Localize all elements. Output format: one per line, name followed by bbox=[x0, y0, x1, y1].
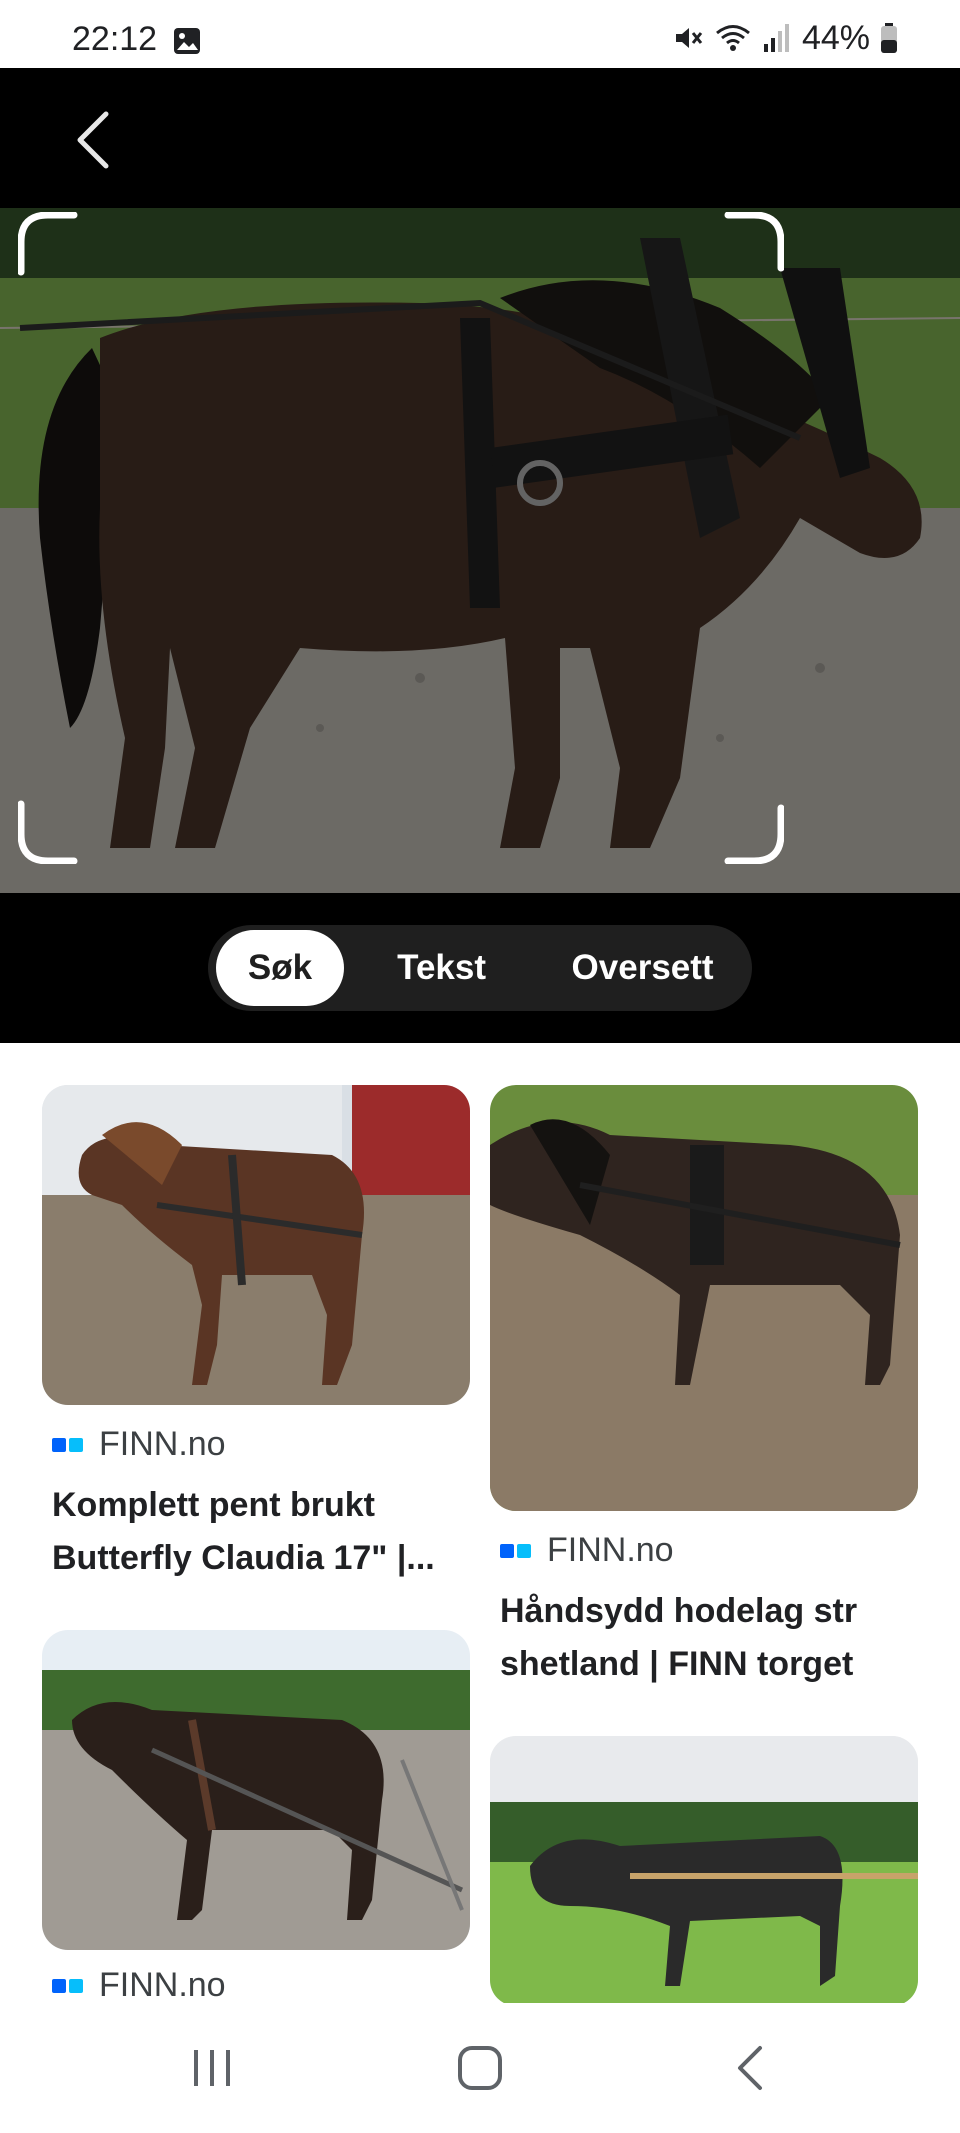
recent-apps-icon bbox=[194, 2050, 230, 2086]
mute-icon bbox=[675, 28, 703, 48]
tab-text[interactable]: Tekst bbox=[344, 930, 539, 1006]
result-source: FINN.no bbox=[52, 1966, 226, 2003]
system-nav-bar bbox=[0, 2003, 960, 2133]
recent-apps-button[interactable] bbox=[172, 2038, 252, 2098]
source-name: FINN.no bbox=[99, 1966, 226, 2003]
status-time: 22:12 bbox=[72, 20, 158, 58]
result-card[interactable] bbox=[490, 1736, 918, 2003]
result-card[interactable]: FINN.no Håndsydd hodelag str shetland | … bbox=[490, 1085, 918, 1683]
source-name: FINN.no bbox=[547, 1531, 674, 1569]
lens-mode-bar: Søk Tekst Oversett bbox=[0, 893, 960, 1043]
result-title-line: Komplett pent brukt bbox=[52, 1486, 375, 1524]
finn-logo-icon bbox=[52, 1437, 83, 1452]
wifi-icon bbox=[715, 25, 750, 51]
visual-results: FINN.no Komplett pent brukt Butterfly Cl… bbox=[0, 1043, 960, 2003]
finn-logo-icon bbox=[500, 1543, 531, 1558]
tab-search[interactable]: Søk bbox=[216, 930, 345, 1006]
result-title-line: shetland | FINN torget bbox=[500, 1645, 854, 1683]
back-button[interactable] bbox=[64, 108, 120, 172]
result-title-line: Håndsydd hodelag str bbox=[500, 1592, 858, 1630]
home-icon bbox=[458, 2046, 502, 2090]
result-card[interactable]: FINN.no bbox=[42, 1630, 470, 2003]
battery-percent: 44% bbox=[801, 18, 870, 57]
finn-logo-icon bbox=[52, 1978, 83, 1993]
result-title-line: Butterfly Claudia 17" |... bbox=[52, 1539, 435, 1577]
status-icons: 44% bbox=[672, 18, 898, 57]
result-image bbox=[490, 1736, 918, 2003]
result-card[interactable]: FINN.no Komplett pent brukt Butterfly Cl… bbox=[42, 1085, 470, 1577]
source-name: FINN.no bbox=[99, 1425, 226, 1463]
result-image bbox=[490, 1085, 918, 1511]
result-source: FINN.no bbox=[52, 1425, 226, 1464]
gallery-icon bbox=[174, 28, 200, 54]
battery-icon bbox=[881, 23, 897, 53]
chevron-left-icon bbox=[77, 111, 109, 169]
result-image bbox=[42, 1630, 470, 1950]
tab-translate[interactable]: Oversett bbox=[539, 930, 746, 1006]
lens-toolbar bbox=[0, 68, 960, 208]
result-title[interactable]: Komplett pent brukt Butterfly Claudia 17… bbox=[52, 1479, 464, 1585]
result-source: FINN.no bbox=[500, 1531, 674, 1570]
signal-icon bbox=[763, 24, 789, 52]
home-button[interactable] bbox=[440, 2038, 520, 2098]
result-title[interactable]: Håndsydd hodelag str shetland | FINN tor… bbox=[500, 1585, 912, 1691]
mode-tabs: Søk Tekst Oversett bbox=[208, 925, 752, 1011]
result-image bbox=[42, 1085, 470, 1405]
back-icon bbox=[738, 2046, 762, 2090]
status-bar: 22:12 44% bbox=[0, 0, 960, 68]
nav-back-button[interactable] bbox=[710, 2038, 790, 2098]
crop-selection[interactable] bbox=[17, 211, 785, 865]
crop-corners bbox=[17, 211, 785, 865]
